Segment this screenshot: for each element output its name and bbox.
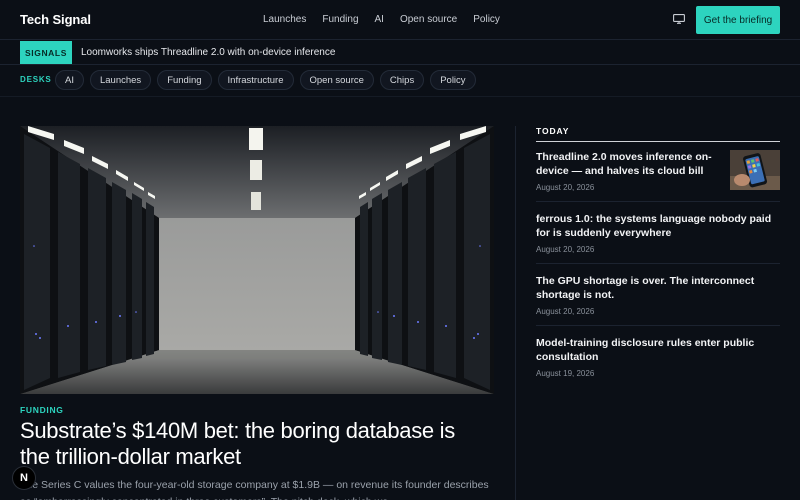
hero-headline[interactable]: Substrate’s $140M bet: the boring databa… <box>20 418 490 470</box>
divider <box>536 325 780 326</box>
desk-chip-ai[interactable]: AI <box>55 70 84 90</box>
today-story-2[interactable]: ferrous 1.0: the systems language nobody… <box>536 212 780 254</box>
site-header: Tech Signal Launches Funding AI Open sou… <box>0 0 800 40</box>
hero-image[interactable] <box>20 126 494 394</box>
desk-chip-chips[interactable]: Chips <box>379 70 425 90</box>
nav-ai[interactable]: AI <box>375 14 384 25</box>
monitor-icon[interactable] <box>673 14 685 24</box>
story-thumbnail[interactable] <box>730 150 780 190</box>
today-story-1[interactable]: Threadline 2.0 moves inference on-device… <box>536 150 720 192</box>
divider <box>536 263 780 264</box>
signals-badge: SIGNALS <box>20 41 72 64</box>
server-room-image <box>20 126 494 394</box>
nav-policy[interactable]: Policy <box>473 14 500 25</box>
signals-headline[interactable]: Loomworks ships Threadline 2.0 with on-d… <box>81 47 335 58</box>
column-divider <box>515 126 516 500</box>
desks-label: DESKS <box>20 75 52 84</box>
divider <box>0 96 800 97</box>
today-story-4[interactable]: Model-training disclosure rules enter pu… <box>536 336 780 378</box>
desk-chip-infrastructure[interactable]: Infrastructure <box>217 70 294 90</box>
story-date: August 20, 2026 <box>536 307 595 316</box>
desk-chip-funding[interactable]: Funding <box>157 70 212 90</box>
n-logo-badge[interactable]: N <box>12 466 36 490</box>
get-briefing-button[interactable]: Get the briefing <box>696 6 780 34</box>
hero-kicker[interactable]: FUNDING <box>20 405 64 415</box>
hero-dek: The Series C values the four-year-old st… <box>20 479 489 500</box>
story-title[interactable]: The GPU shortage is over. The interconne… <box>536 274 780 302</box>
story-title[interactable]: Model-training disclosure rules enter pu… <box>536 336 780 364</box>
brand-logo[interactable]: Tech Signal <box>20 12 91 27</box>
desk-chip-policy[interactable]: Policy <box>430 70 476 90</box>
story-date: August 19, 2026 <box>536 369 595 378</box>
divider <box>536 201 780 202</box>
story-title[interactable]: ferrous 1.0: the systems language nobody… <box>536 212 780 240</box>
nav-open-source[interactable]: Open source <box>400 14 457 25</box>
nav-launches[interactable]: Launches <box>263 14 306 25</box>
desk-chip-launches[interactable]: Launches <box>89 70 152 90</box>
desk-chips: AI Launches Funding Infrastructure Open … <box>55 70 476 90</box>
today-rule <box>536 141 780 142</box>
story-date: August 20, 2026 <box>536 245 595 254</box>
phone-photo-image <box>730 150 780 190</box>
today-heading: TODAY <box>536 126 570 136</box>
story-title[interactable]: Threadline 2.0 moves inference on-device… <box>536 150 720 178</box>
desk-chip-open-source[interactable]: Open source <box>299 70 374 90</box>
main-nav: Launches Funding AI Open source Policy <box>263 14 500 25</box>
today-story-3[interactable]: The GPU shortage is over. The interconne… <box>536 274 780 316</box>
nav-funding[interactable]: Funding <box>322 14 358 25</box>
story-date: August 20, 2026 <box>536 183 595 192</box>
